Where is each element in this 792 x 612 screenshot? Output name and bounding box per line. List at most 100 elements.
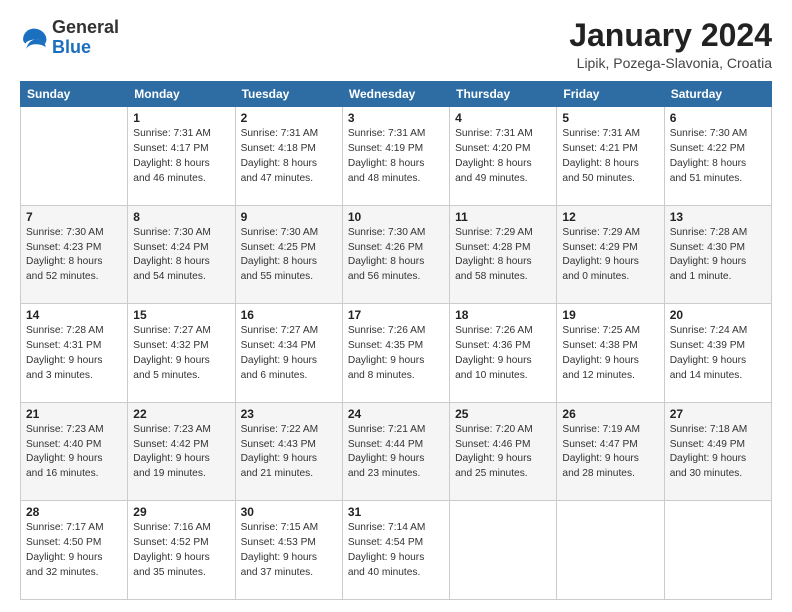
day-info: Sunrise: 7:25 AM Sunset: 4:38 PM Dayligh… bbox=[562, 324, 658, 383]
logo-bird-icon bbox=[20, 24, 48, 52]
day-number: 17 bbox=[348, 308, 444, 322]
day-number: 5 bbox=[562, 111, 658, 125]
day-info: Sunrise: 7:19 AM Sunset: 4:47 PM Dayligh… bbox=[562, 423, 658, 482]
calendar-cell: 19 Sunrise: 7:25 AM Sunset: 4:38 PM Dayli… bbox=[557, 304, 664, 403]
calendar-cell: 5 Sunrise: 7:31 AM Sunset: 4:21 PM Daylig… bbox=[557, 107, 664, 206]
day-number: 21 bbox=[26, 407, 122, 421]
calendar-cell: 10 Sunrise: 7:30 AM Sunset: 4:26 PM Dayli… bbox=[342, 205, 449, 304]
day-info: Sunrise: 7:27 AM Sunset: 4:34 PM Dayligh… bbox=[241, 324, 337, 383]
logo-blue-text: Blue bbox=[52, 37, 91, 57]
day-info: Sunrise: 7:31 AM Sunset: 4:21 PM Dayligh… bbox=[562, 127, 658, 186]
col-header-saturday: Saturday bbox=[664, 82, 771, 107]
calendar-cell bbox=[557, 501, 664, 600]
calendar-cell: 23 Sunrise: 7:22 AM Sunset: 4:43 PM Dayli… bbox=[235, 402, 342, 501]
day-info: Sunrise: 7:28 AM Sunset: 4:30 PM Dayligh… bbox=[670, 226, 766, 285]
calendar-cell: 17Sunrise: 7:26 AM Sunset: 4:35 PM Dayli… bbox=[342, 304, 449, 403]
day-info: Sunrise: 7:31 AM Sunset: 4:17 PM Dayligh… bbox=[133, 127, 229, 186]
calendar-cell: 25 Sunrise: 7:20 AM Sunset: 4:46 PM Dayli… bbox=[450, 402, 557, 501]
day-number: 6 bbox=[670, 111, 766, 125]
calendar-cell: 22 Sunrise: 7:23 AM Sunset: 4:42 PM Dayli… bbox=[128, 402, 235, 501]
day-number: 14 bbox=[26, 308, 122, 322]
day-number: 24 bbox=[348, 407, 444, 421]
calendar-cell: 6 Sunrise: 7:30 AM Sunset: 4:22 PM Daylig… bbox=[664, 107, 771, 206]
calendar-cell: 28 Sunrise: 7:17 AM Sunset: 4:50 PM Dayli… bbox=[21, 501, 128, 600]
calendar-cell: 26 Sunrise: 7:19 AM Sunset: 4:47 PM Dayli… bbox=[557, 402, 664, 501]
calendar-cell: 18 Sunrise: 7:26 AM Sunset: 4:36 PM Dayli… bbox=[450, 304, 557, 403]
day-info: Sunrise: 7:30 AM Sunset: 4:26 PM Dayligh… bbox=[348, 226, 444, 285]
day-number: 11 bbox=[455, 210, 551, 224]
day-info: Sunrise: 7:31 AM Sunset: 4:20 PM Dayligh… bbox=[455, 127, 551, 186]
day-number: 29 bbox=[133, 505, 229, 519]
col-header-friday: Friday bbox=[557, 82, 664, 107]
day-number: 25 bbox=[455, 407, 551, 421]
day-info: Sunrise: 7:22 AM Sunset: 4:43 PM Dayligh… bbox=[241, 423, 337, 482]
day-number: 10 bbox=[348, 210, 444, 224]
day-number: 27 bbox=[670, 407, 766, 421]
month-title: January 2024 bbox=[569, 18, 772, 53]
day-info: Sunrise: 7:21 AM Sunset: 4:44 PM Dayligh… bbox=[348, 423, 444, 482]
day-info: Sunrise: 7:29 AM Sunset: 4:29 PM Dayligh… bbox=[562, 226, 658, 285]
title-block: January 2024 Lipik, Pozega-Slavonia, Cro… bbox=[569, 18, 772, 71]
logo-general: General bbox=[52, 17, 119, 37]
day-number: 9 bbox=[241, 210, 337, 224]
col-header-tuesday: Tuesday bbox=[235, 82, 342, 107]
day-number: 20 bbox=[670, 308, 766, 322]
day-info: Sunrise: 7:30 AM Sunset: 4:23 PM Dayligh… bbox=[26, 226, 122, 285]
day-info: Sunrise: 7:23 AM Sunset: 4:40 PM Dayligh… bbox=[26, 423, 122, 482]
day-number: 28 bbox=[26, 505, 122, 519]
col-header-monday: Monday bbox=[128, 82, 235, 107]
calendar-cell: 27Sunrise: 7:18 AM Sunset: 4:49 PM Dayli… bbox=[664, 402, 771, 501]
calendar-cell: 16 Sunrise: 7:27 AM Sunset: 4:34 PM Dayli… bbox=[235, 304, 342, 403]
day-info: Sunrise: 7:28 AM Sunset: 4:31 PM Dayligh… bbox=[26, 324, 122, 383]
col-header-thursday: Thursday bbox=[450, 82, 557, 107]
calendar-cell bbox=[21, 107, 128, 206]
col-header-sunday: Sunday bbox=[21, 82, 128, 107]
day-info: Sunrise: 7:31 AM Sunset: 4:18 PM Dayligh… bbox=[241, 127, 337, 186]
day-info: Sunrise: 7:15 AM Sunset: 4:53 PM Dayligh… bbox=[241, 521, 337, 580]
calendar-cell: 21 Sunrise: 7:23 AM Sunset: 4:40 PM Dayli… bbox=[21, 402, 128, 501]
col-header-wednesday: Wednesday bbox=[342, 82, 449, 107]
day-number: 4 bbox=[455, 111, 551, 125]
calendar-cell: 2 Sunrise: 7:31 AM Sunset: 4:18 PM Daylig… bbox=[235, 107, 342, 206]
day-info: Sunrise: 7:23 AM Sunset: 4:42 PM Dayligh… bbox=[133, 423, 229, 482]
day-number: 15 bbox=[133, 308, 229, 322]
day-number: 22 bbox=[133, 407, 229, 421]
calendar-cell bbox=[450, 501, 557, 600]
calendar-cell: 1Sunrise: 7:31 AM Sunset: 4:17 PM Daylig… bbox=[128, 107, 235, 206]
day-number: 31 bbox=[348, 505, 444, 519]
calendar-cell: 24 Sunrise: 7:21 AM Sunset: 4:44 PM Dayli… bbox=[342, 402, 449, 501]
day-number: 2 bbox=[241, 111, 337, 125]
logo-text: General Blue bbox=[52, 18, 119, 58]
calendar-cell: 3Sunrise: 7:31 AM Sunset: 4:19 PM Daylig… bbox=[342, 107, 449, 206]
day-number: 7 bbox=[26, 210, 122, 224]
day-info: Sunrise: 7:20 AM Sunset: 4:46 PM Dayligh… bbox=[455, 423, 551, 482]
day-info: Sunrise: 7:14 AM Sunset: 4:54 PM Dayligh… bbox=[348, 521, 444, 580]
header: General Blue January 2024 Lipik, Pozega-… bbox=[20, 18, 772, 71]
logo: General Blue bbox=[20, 18, 119, 58]
day-info: Sunrise: 7:30 AM Sunset: 4:25 PM Dayligh… bbox=[241, 226, 337, 285]
location: Lipik, Pozega-Slavonia, Croatia bbox=[569, 55, 772, 71]
calendar-cell: 12Sunrise: 7:29 AM Sunset: 4:29 PM Dayli… bbox=[557, 205, 664, 304]
day-number: 23 bbox=[241, 407, 337, 421]
calendar-cell: 31 Sunrise: 7:14 AM Sunset: 4:54 PM Dayli… bbox=[342, 501, 449, 600]
calendar-table: SundayMondayTuesdayWednesdayThursdayFrid… bbox=[20, 81, 772, 600]
calendar-cell: 7 Sunrise: 7:30 AM Sunset: 4:23 PM Daylig… bbox=[21, 205, 128, 304]
day-info: Sunrise: 7:17 AM Sunset: 4:50 PM Dayligh… bbox=[26, 521, 122, 580]
day-number: 16 bbox=[241, 308, 337, 322]
calendar-cell: 20Sunrise: 7:24 AM Sunset: 4:39 PM Dayli… bbox=[664, 304, 771, 403]
day-info: Sunrise: 7:26 AM Sunset: 4:36 PM Dayligh… bbox=[455, 324, 551, 383]
calendar-cell: 29 Sunrise: 7:16 AM Sunset: 4:52 PM Dayli… bbox=[128, 501, 235, 600]
day-info: Sunrise: 7:31 AM Sunset: 4:19 PM Dayligh… bbox=[348, 127, 444, 186]
day-info: Sunrise: 7:30 AM Sunset: 4:24 PM Dayligh… bbox=[133, 226, 229, 285]
calendar-cell: 13 Sunrise: 7:28 AM Sunset: 4:30 PM Dayli… bbox=[664, 205, 771, 304]
day-info: Sunrise: 7:30 AM Sunset: 4:22 PM Dayligh… bbox=[670, 127, 766, 186]
day-info: Sunrise: 7:29 AM Sunset: 4:28 PM Dayligh… bbox=[455, 226, 551, 285]
calendar-cell bbox=[664, 501, 771, 600]
day-number: 13 bbox=[670, 210, 766, 224]
day-number: 18 bbox=[455, 308, 551, 322]
calendar-cell: 15Sunrise: 7:27 AM Sunset: 4:32 PM Dayli… bbox=[128, 304, 235, 403]
calendar-cell: 14 Sunrise: 7:28 AM Sunset: 4:31 PM Dayli… bbox=[21, 304, 128, 403]
day-number: 19 bbox=[562, 308, 658, 322]
day-info: Sunrise: 7:16 AM Sunset: 4:52 PM Dayligh… bbox=[133, 521, 229, 580]
day-number: 26 bbox=[562, 407, 658, 421]
